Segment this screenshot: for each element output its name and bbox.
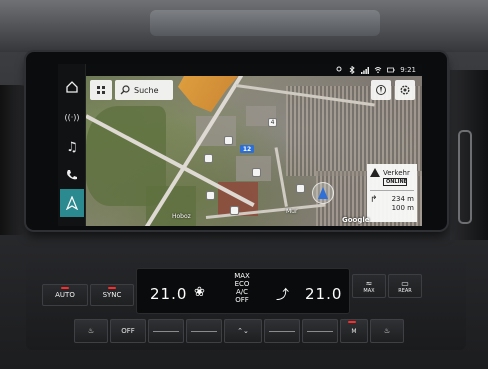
dashboard-top [0, 0, 488, 52]
seat-heat-right-button[interactable]: ♨ [370, 319, 404, 343]
memory-led [348, 321, 356, 323]
current-position-marker [312, 182, 334, 204]
max-defrost-button[interactable]: ≈ MAX [352, 274, 386, 298]
car-interior-photo: ((·)) ♫ 9:21 12 4 Mur Hoboz Suche Verkeh… [0, 0, 488, 369]
map-poi-marker[interactable] [252, 168, 261, 177]
card-divider [370, 190, 414, 191]
climate-off-button[interactable]: OFF [110, 319, 146, 343]
sync-button[interactable]: SYNC [90, 284, 134, 306]
map-street-label: Mur [286, 208, 298, 215]
status-time: 9:21 [400, 66, 416, 74]
wifi-icon [374, 67, 382, 74]
map-menu-button[interactable] [90, 80, 112, 100]
side-navigation: ((·)) ♫ [58, 64, 86, 226]
road-number-shield: 12 [240, 145, 254, 153]
map-provider-logo: Google [342, 216, 370, 224]
traffic-distance-1: 234 m [391, 195, 414, 203]
phone-icon [67, 170, 77, 180]
windshield-defrost-icon: ≈ [365, 278, 373, 288]
home-icon [66, 81, 78, 93]
rear-label: REAR [398, 287, 412, 294]
temp-slider-left-b[interactable] [186, 319, 222, 343]
auto-button[interactable]: AUTO [42, 284, 88, 306]
map-settings-button[interactable] [395, 80, 415, 100]
traffic-info-card[interactable]: Verkehr ONLINE ↱ 234 m 100 m [367, 164, 417, 222]
chevron-icon: ⌃⌄ [237, 327, 249, 335]
ac-max-label: MAX [234, 272, 250, 280]
map-field-area [146, 186, 196, 226]
location-pin-icon [336, 66, 342, 72]
bluetooth-icon [349, 66, 355, 74]
radio-icon: ((·)) [64, 112, 80, 122]
ac-off-label: OFF [235, 296, 249, 304]
seat-heat-icon: ♨ [87, 327, 95, 335]
seat-airflow-icon[interactable]: ⤴ [276, 284, 289, 303]
right-air-vent [450, 70, 488, 240]
traffic-title: Verkehr [383, 168, 410, 177]
nav-media-button[interactable]: ♫ [60, 134, 84, 160]
nav-radio-button[interactable]: ((·)) [60, 104, 84, 130]
ac-eco-label: ECO [234, 280, 250, 288]
map-poi-marker[interactable] [296, 184, 305, 193]
rear-defrost-button[interactable]: ▭ REAR [388, 274, 422, 298]
sync-led [108, 287, 116, 289]
nav-home-button[interactable] [60, 74, 84, 100]
online-badge: ONLINE [383, 178, 407, 186]
temp-slider-left-a[interactable] [148, 319, 184, 343]
temperature-left[interactable]: 21.0 [150, 285, 187, 303]
fan-icon[interactable]: ❀ [194, 285, 205, 300]
ac-mode-block[interactable]: MAX ECO A/C OFF [226, 272, 258, 304]
map-poi-marker[interactable] [230, 206, 239, 215]
map-poi-marker[interactable] [224, 136, 233, 145]
fan-speed-slider[interactable]: ⌃⌄ [224, 319, 262, 343]
status-bar: 9:21 [86, 64, 422, 76]
off-label: OFF [121, 327, 135, 335]
warning-triangle-icon [370, 168, 380, 177]
seat-memory-button[interactable]: M [340, 319, 368, 343]
map-search-button[interactable]: Suche [115, 80, 173, 100]
traffic-distance-2: 100 m [391, 204, 414, 212]
temp-slider-right-b[interactable] [302, 319, 338, 343]
position-arrow-icon [318, 187, 328, 199]
infotainment-screen: ((·)) ♫ 9:21 12 4 Mur Hoboz Suche Verkeh… [58, 64, 422, 226]
map-street-label: Hoboz [172, 213, 191, 220]
sync-label: SYNC [102, 291, 122, 299]
m-label: M [351, 327, 357, 335]
map-voice-button[interactable] [371, 80, 391, 100]
battery-icon [387, 67, 395, 73]
music-icon: ♫ [66, 139, 78, 155]
grid-icon [97, 86, 105, 94]
turn-arrow-icon: ↱ [370, 195, 378, 205]
ac-ac-label: A/C [235, 288, 249, 296]
navigation-arrow-icon [65, 196, 79, 210]
max-label: MAX [363, 287, 375, 294]
auto-led [61, 287, 69, 289]
seat-heat-icon: ♨ [383, 327, 391, 335]
temp-slider-right-a[interactable] [264, 319, 300, 343]
gear-icon [400, 85, 410, 95]
nav-phone-button[interactable] [60, 162, 84, 188]
map-poi-marker[interactable] [206, 191, 215, 200]
cellular-signal-icon [361, 67, 370, 74]
compass-icon [376, 85, 386, 95]
map-poi-marker[interactable]: 4 [268, 118, 277, 127]
seat-heat-left-button[interactable]: ♨ [74, 319, 108, 343]
map-poi-marker[interactable] [204, 154, 213, 163]
nav-navigation-button[interactable] [60, 189, 84, 217]
temperature-right[interactable]: 21.0 [305, 285, 342, 303]
search-label: Suche [134, 85, 159, 95]
rear-defrost-icon: ▭ [401, 278, 409, 288]
satellite-map[interactable]: 12 4 Mur Hoboz Suche Verkehr ONLINE ↱ 23… [86, 76, 422, 226]
auto-label: AUTO [55, 291, 75, 299]
search-icon [120, 85, 130, 95]
